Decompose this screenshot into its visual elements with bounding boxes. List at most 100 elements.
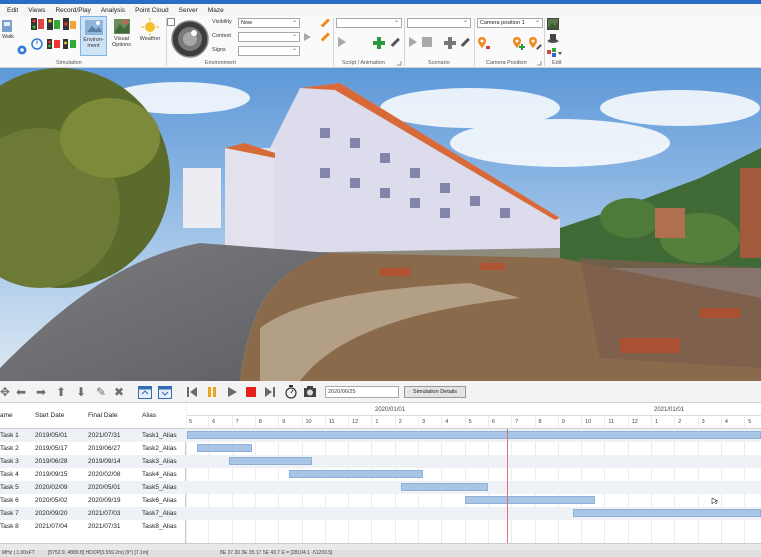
menu-analysis[interactable]: Analysis: [96, 7, 130, 14]
calendar-export-icon[interactable]: [158, 385, 173, 399]
settings-gear-icon[interactable]: [16, 44, 28, 56]
delete-task-icon[interactable]: ✖: [114, 385, 124, 399]
weather-sun-icon: [141, 18, 159, 36]
arrow-left-icon[interactable]: ⬅: [16, 385, 26, 399]
timer-icon[interactable]: [31, 38, 45, 50]
menu-point-cloud[interactable]: Point Cloud: [130, 7, 174, 14]
pause-icon[interactable]: [206, 386, 218, 398]
scenario-select[interactable]: [407, 17, 471, 28]
task-row[interactable]: Task 2 2019/05/17 2019/06/27 Task2_Alias: [0, 442, 186, 455]
script-expand-icon[interactable]: [396, 60, 402, 66]
sky-dial-icon[interactable]: [170, 19, 210, 59]
task-start-cell: 2019/05/01: [35, 432, 68, 439]
speed-clock-icon[interactable]: [284, 385, 298, 399]
move-icon[interactable]: ✥: [0, 385, 10, 399]
play-context-icon[interactable]: [302, 32, 312, 42]
edit-script-icon[interactable]: [388, 36, 401, 49]
column-header-name[interactable]: ame: [0, 412, 13, 419]
menu-views[interactable]: Views: [23, 7, 50, 14]
camera-expand-icon[interactable]: [536, 60, 542, 66]
task-row[interactable]: Task 1 2019/05/01 2021/07/31 Task1_Alias: [0, 429, 186, 442]
walk-button[interactable]: Walk: [0, 20, 16, 40]
gantt-task-bar[interactable]: [572, 509, 761, 517]
edit-task-icon[interactable]: ✎: [96, 385, 106, 399]
arrow-right-icon[interactable]: ➡: [36, 385, 46, 399]
script-select[interactable]: [336, 17, 402, 28]
task-row[interactable]: Task 7 2020/09/20 2021/07/03 Task7_Alias: [0, 507, 186, 520]
gantt-task-bar[interactable]: [400, 483, 488, 491]
task-alias-cell: Task3_Alias: [142, 458, 177, 465]
edit-scenario-icon[interactable]: [458, 36, 471, 49]
task-row[interactable]: Task 8 2021/07/04 2021/07/31 Task8_Alias: [0, 520, 186, 533]
task-row[interactable]: Task 6 2020/05/02 2020/09/19 Task6_Alias: [0, 494, 186, 507]
visual-options-button[interactable]: Visual Options: [109, 16, 134, 48]
weather-label: Weather: [139, 36, 161, 42]
task-row[interactable]: Task 3 2019/06/28 2019/09/14 Task3_Alias: [0, 455, 186, 468]
task-name-cell: Task 1: [0, 432, 19, 439]
task-name-cell: Task 2: [0, 445, 19, 452]
visual-options-icon: [113, 19, 130, 34]
menu-edit[interactable]: Edit: [2, 7, 23, 14]
play-icon[interactable]: [226, 386, 238, 398]
play-script-icon[interactable]: [336, 36, 348, 48]
gantt-task-bar[interactable]: [289, 470, 424, 478]
task-alias-cell: Task8_Alias: [142, 523, 177, 530]
arrow-down-icon[interactable]: ⬇: [76, 385, 86, 399]
gantt-chart[interactable]: 2020/01/01 2021/01/01 5 6 7 8 9 10 11 12 1 2 3 4 5 6 7…: [187, 403, 761, 543]
task-alias-cell: Task4_Alias: [142, 471, 177, 478]
cars-dropdown-icon[interactable]: [547, 46, 563, 58]
task-row[interactable]: Task 4 2019/09/15 2020/02/08 Task4_Alias: [0, 468, 186, 481]
lights-alt-icon[interactable]: [63, 38, 77, 50]
task-final-cell: 2020/02/08: [88, 471, 121, 478]
skip-end-icon[interactable]: [264, 386, 276, 398]
gantt-task-bar[interactable]: [229, 457, 312, 465]
traffic-light-icon[interactable]: [31, 18, 45, 31]
record-camera-icon[interactable]: [303, 385, 317, 399]
column-header-start-date[interactable]: Start Date: [35, 412, 64, 419]
gantt-task-bar[interactable]: [465, 496, 596, 504]
horizontal-scrollbar[interactable]: [0, 543, 761, 550]
gantt-task-bar[interactable]: [197, 444, 252, 452]
menu-record-play[interactable]: Record/Play: [50, 7, 95, 14]
hat-icon[interactable]: [547, 32, 559, 44]
ribbon: Walk Environ- ment Visual Options Weathe…: [0, 16, 761, 68]
column-header-final-date[interactable]: Final Date: [88, 412, 118, 419]
simulation-date-input[interactable]: 2020/06/25: [325, 386, 399, 398]
lights-icon[interactable]: [47, 38, 61, 50]
gantt-month-label: 3: [422, 419, 426, 425]
add-script-icon[interactable]: [372, 36, 386, 50]
gantt-task-bar[interactable]: [187, 431, 761, 439]
environment-button[interactable]: Environ- ment: [80, 16, 107, 56]
point-cloud-viewport[interactable]: [0, 68, 761, 381]
pencil-icon[interactable]: [318, 18, 332, 30]
status-coordinates: 8E 37.30 3E 35.17 5E 43.7 E = [28104.1 -…: [220, 550, 333, 556]
weather-button[interactable]: Weather: [136, 16, 164, 42]
signs-select[interactable]: [238, 45, 300, 56]
camera-edit-icon[interactable]: [528, 36, 542, 50]
light-sequence-icon[interactable]: [63, 18, 77, 31]
column-header-alias[interactable]: Alias: [142, 412, 156, 419]
camera-add-icon[interactable]: [512, 36, 526, 50]
signal-icon[interactable]: [47, 18, 61, 31]
camera-position-select[interactable]: Camera position 1: [477, 17, 543, 28]
status-bar: MHz | 1.00xFT [5752.9, 4889.8] HDOP[3.55…: [0, 550, 761, 557]
gantt-month-label: 10: [305, 419, 312, 425]
walk-label: Walk: [1, 34, 15, 40]
stop-scenario-icon[interactable]: [421, 36, 433, 48]
menu-maze[interactable]: Maze: [203, 7, 229, 14]
menu-server[interactable]: Server: [174, 7, 203, 14]
app-window: Edit Views Record/Play Analysis Point Cl…: [0, 0, 761, 557]
simulation-details-button[interactable]: Simulation Details: [404, 386, 466, 398]
calendar-import-icon[interactable]: [138, 385, 153, 399]
task-row[interactable]: Task 5 2020/02/09 2020/05/01 Task5_Alias: [0, 481, 186, 494]
stop-record-icon[interactable]: [245, 386, 257, 398]
context-select[interactable]: [238, 31, 300, 42]
pencil-alt-icon[interactable]: [318, 32, 332, 44]
skip-start-icon[interactable]: [186, 386, 198, 398]
visibility-select[interactable]: Now: [238, 17, 300, 28]
add-scenario-icon[interactable]: [443, 36, 457, 50]
arrow-up-icon[interactable]: ⬆: [56, 385, 66, 399]
play-scenario-icon[interactable]: [407, 36, 419, 48]
edit-image-icon[interactable]: [547, 18, 559, 30]
camera-locate-icon[interactable]: [477, 36, 491, 50]
